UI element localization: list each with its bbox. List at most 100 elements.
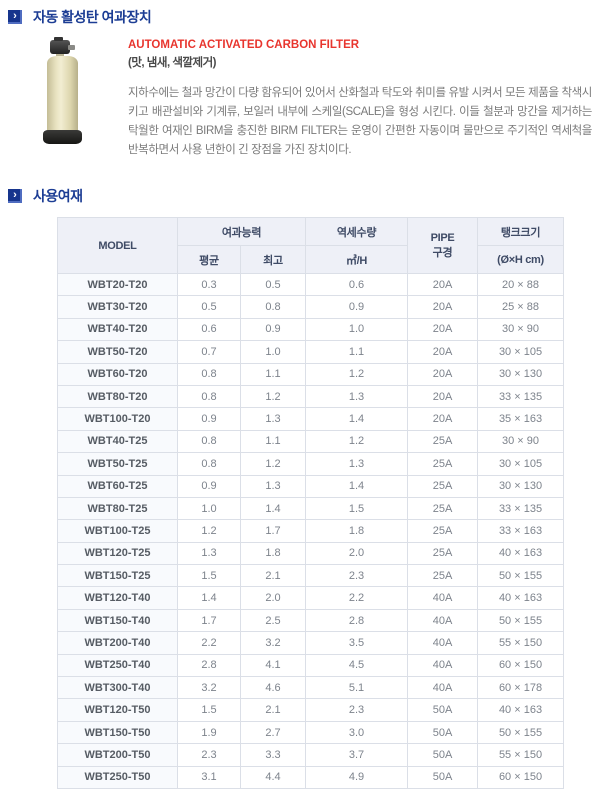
value-cell: 1.8 [240,541,306,566]
table-row: WBT200-T40 2.2 3.2 3.5 40A 55 × 150 [57,631,564,655]
value-cell: 1.3 [305,452,408,476]
model-cell: WBT150-T25 [57,564,178,588]
value-cell: 1.4 [177,586,241,610]
value-cell: 1.5 [177,564,241,588]
table-row: WBT100-T20 0.9 1.3 1.4 20A 35 × 163 [57,407,564,431]
value-cell: 0.5 [240,272,306,297]
col-header-backwash-unit: ㎥/H [305,245,408,274]
value-cell: 50A [407,765,478,789]
value-cell: 60 × 150 [477,765,564,789]
col-header-backwash-group: 역세수량 [305,217,408,246]
value-cell: 3.2 [240,631,306,655]
table-row: WBT120-T50 1.5 2.1 2.3 50A 40 × 163 [57,698,564,722]
value-cell: 2.1 [240,564,306,588]
model-cell: WBT50-T25 [57,452,178,476]
value-cell: 3.1 [177,765,241,789]
value-cell: 4.5 [305,653,408,678]
table-row: WBT150-T50 1.9 2.7 3.0 50A 50 × 155 [57,720,564,745]
value-cell: 1.3 [240,407,306,431]
value-cell: 4.1 [240,653,306,678]
value-cell: 2.3 [305,698,408,722]
model-cell: WBT120-T50 [57,698,178,722]
arrow-bullet-icon: › [8,10,22,24]
col-header-tank-unit: (Ø×H cm) [477,245,564,274]
model-cell: WBT60-T20 [57,362,178,386]
value-cell: 25A [407,564,478,588]
tank-body [47,56,78,133]
value-cell: 1.7 [240,519,306,543]
value-cell: 4.4 [240,765,306,789]
value-cell: 1.2 [240,452,306,476]
value-cell: 1.2 [305,429,408,454]
table-row: WBT100-T25 1.2 1.7 1.8 25A 33 × 163 [57,519,564,543]
value-cell: 2.7 [240,720,306,745]
value-cell: 0.9 [177,474,241,498]
model-cell: WBT100-T25 [57,519,178,543]
value-cell: 2.8 [305,608,408,633]
value-cell: 4.6 [240,676,306,700]
value-cell: 1.7 [177,608,241,633]
value-cell: 0.8 [177,384,241,409]
value-cell: 1.0 [240,340,306,364]
value-cell: 60 × 178 [477,676,564,700]
value-cell: 1.4 [240,496,306,521]
value-cell: 50 × 155 [477,564,564,588]
value-cell: 0.6 [305,272,408,297]
model-cell: WBT200-T50 [57,743,178,767]
value-cell: 33 × 135 [477,496,564,521]
model-cell: WBT100-T20 [57,407,178,431]
value-cell: 2.3 [305,564,408,588]
value-cell: 2.8 [177,653,241,678]
spec-table-container: MODEL 여과능력 역세수량 PIPE 구경 탱크크기 평균 최고 ㎥/H (… [57,217,564,789]
value-cell: 4.9 [305,765,408,789]
product-title-en: AUTOMATIC ACTIVATED CARBON FILTER [128,39,360,51]
value-cell: 30 × 105 [477,340,564,364]
col-header-pipe-line1: PIPE [430,231,455,244]
value-cell: 30 × 90 [477,429,564,454]
value-cell: 1.8 [305,519,408,543]
value-cell: 2.1 [240,698,306,722]
table-row: WBT250-T40 2.8 4.1 4.5 40A 60 × 150 [57,653,564,678]
value-cell: 40A [407,608,478,633]
value-cell: 1.1 [240,429,306,454]
model-cell: WBT80-T25 [57,496,178,521]
model-cell: WBT120-T25 [57,541,178,566]
spec-table: MODEL 여과능력 역세수량 PIPE 구경 탱크크기 평균 최고 ㎥/H (… [57,217,564,789]
table-row: WBT60-T20 0.8 1.1 1.2 20A 30 × 130 [57,362,564,386]
value-cell: 3.5 [305,631,408,655]
value-cell: 50 × 155 [477,720,564,745]
value-cell: 1.4 [305,474,408,498]
value-cell: 2.0 [305,541,408,566]
value-cell: 2.5 [240,608,306,633]
table-row: WBT30-T20 0.5 0.8 0.9 20A 25 × 88 [57,295,564,319]
model-cell: WBT250-T50 [57,765,178,789]
model-cell: WBT200-T40 [57,631,178,655]
table-row: WBT80-T20 0.8 1.2 1.3 20A 33 × 135 [57,384,564,409]
value-cell: 25A [407,541,478,566]
value-cell: 50A [407,743,478,767]
value-cell: 25 × 88 [477,295,564,319]
value-cell: 0.8 [177,429,241,454]
table-row: WBT150-T40 1.7 2.5 2.8 40A 50 × 155 [57,608,564,633]
value-cell: 1.0 [305,317,408,342]
value-cell: 50 × 155 [477,608,564,633]
value-cell: 25A [407,519,478,543]
value-cell: 60 × 150 [477,653,564,678]
model-cell: WBT60-T25 [57,474,178,498]
table-row: WBT120-T40 1.4 2.0 2.2 40A 40 × 163 [57,586,564,610]
section-header-media: › 사용여재 [8,186,83,206]
table-header-row-1: MODEL 여과능력 역세수량 PIPE 구경 탱크크기 [57,217,564,274]
value-cell: 20A [407,317,478,342]
value-cell: 40 × 163 [477,586,564,610]
col-header-capacity-avg: 평균 [177,245,241,274]
value-cell: 1.5 [305,496,408,521]
value-cell: 0.7 [177,340,241,364]
value-cell: 0.9 [240,317,306,342]
model-cell: WBT150-T50 [57,720,178,745]
value-cell: 1.1 [305,340,408,364]
table-row: WBT20-T20 0.3 0.5 0.6 20A 20 × 88 [57,272,564,297]
product-description: 지하수에는 철과 망간이 다량 함유되어 있어서 산화철과 탁도와 취미를 유발… [128,87,592,156]
table-row: WBT120-T25 1.3 1.8 2.0 25A 40 × 163 [57,541,564,566]
tank-base [43,130,82,144]
value-cell: 25A [407,496,478,521]
